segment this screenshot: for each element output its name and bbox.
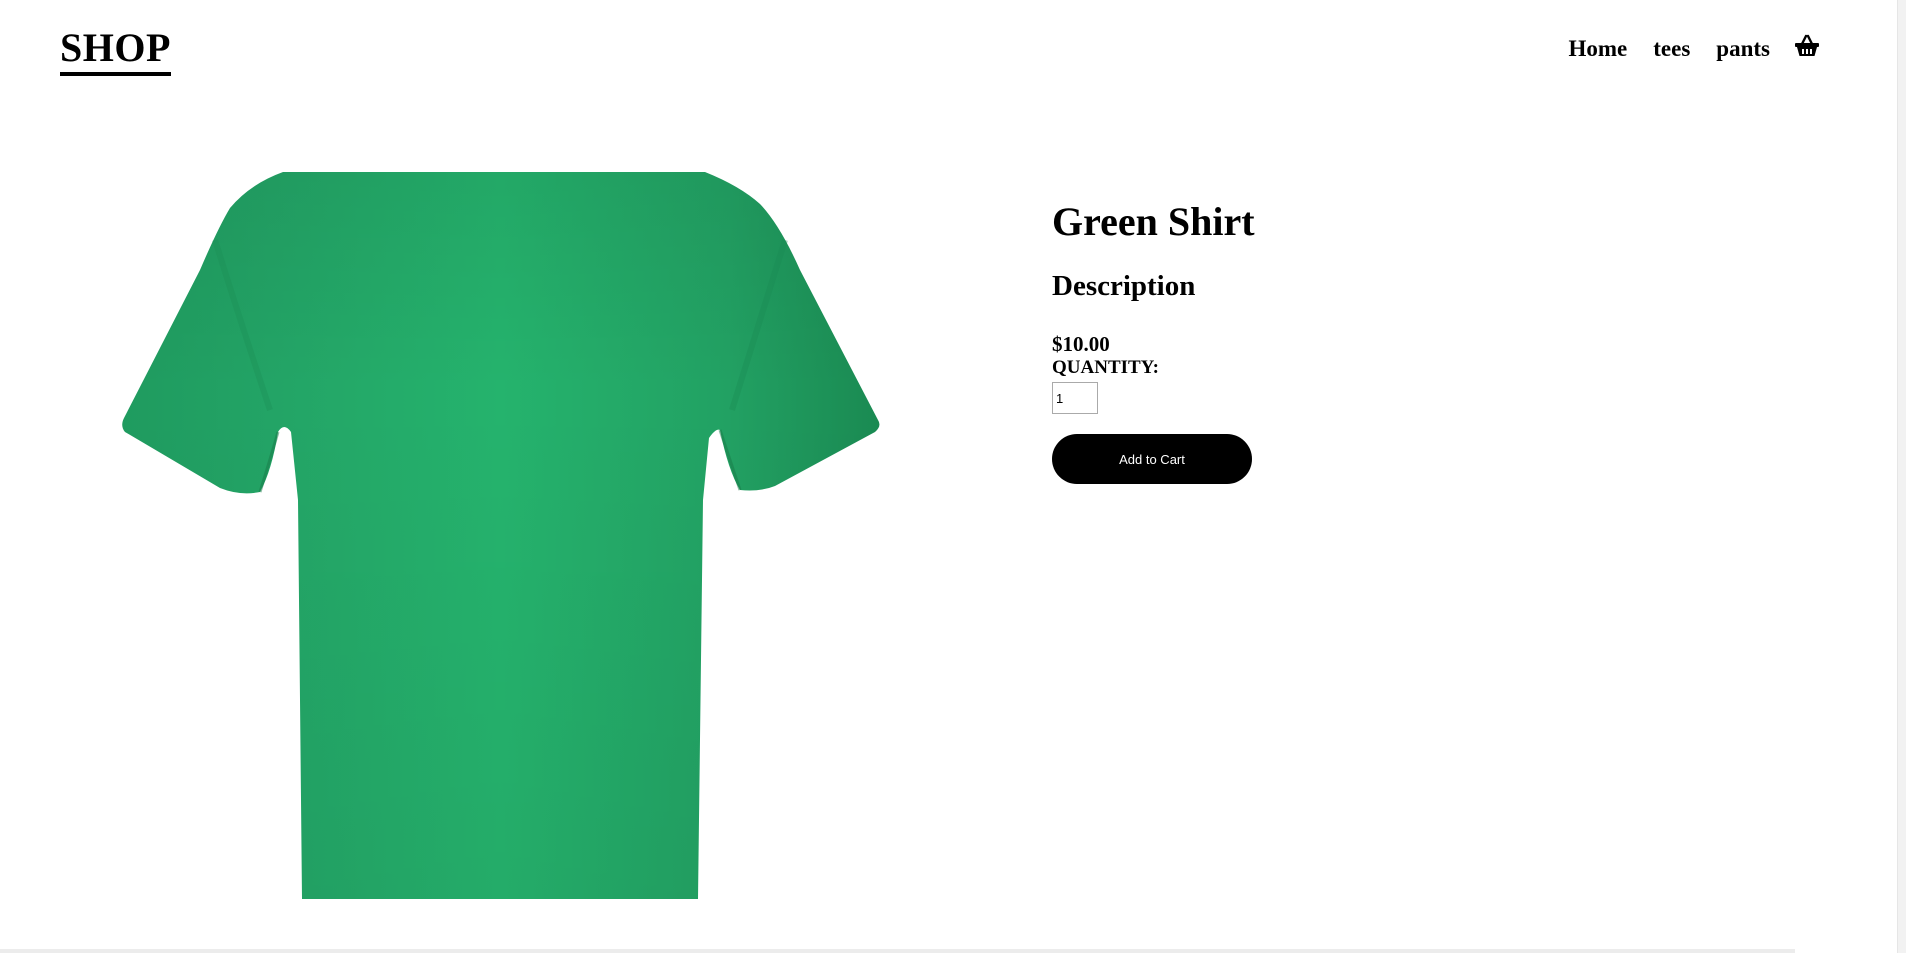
product-image <box>120 170 885 900</box>
scrollbar-track[interactable] <box>1897 0 1906 953</box>
shopping-basket-icon[interactable] <box>1794 34 1820 58</box>
nav-home[interactable]: Home <box>1569 36 1628 62</box>
product-description: Description <box>1052 270 1196 302</box>
add-to-cart-button[interactable]: Add to Cart <box>1052 434 1252 484</box>
quantity-label: QUANTITY: <box>1052 357 1159 378</box>
product-page: SHOP Home tees pants Green Shirt Descrip… <box>0 0 1906 953</box>
shop-logo[interactable]: SHOP <box>60 26 171 76</box>
main-nav: Home tees pants <box>1569 34 1821 62</box>
quantity-input[interactable] <box>1052 382 1098 414</box>
product-title: Green Shirt <box>1052 199 1255 244</box>
nav-pants[interactable]: pants <box>1716 36 1770 62</box>
product-details: Green Shirt Description $10.00 QUANTITY:… <box>1052 196 1552 484</box>
product-price: $10.00 <box>1052 332 1110 356</box>
bottom-divider <box>0 949 1795 953</box>
nav-tees[interactable]: tees <box>1653 36 1690 62</box>
